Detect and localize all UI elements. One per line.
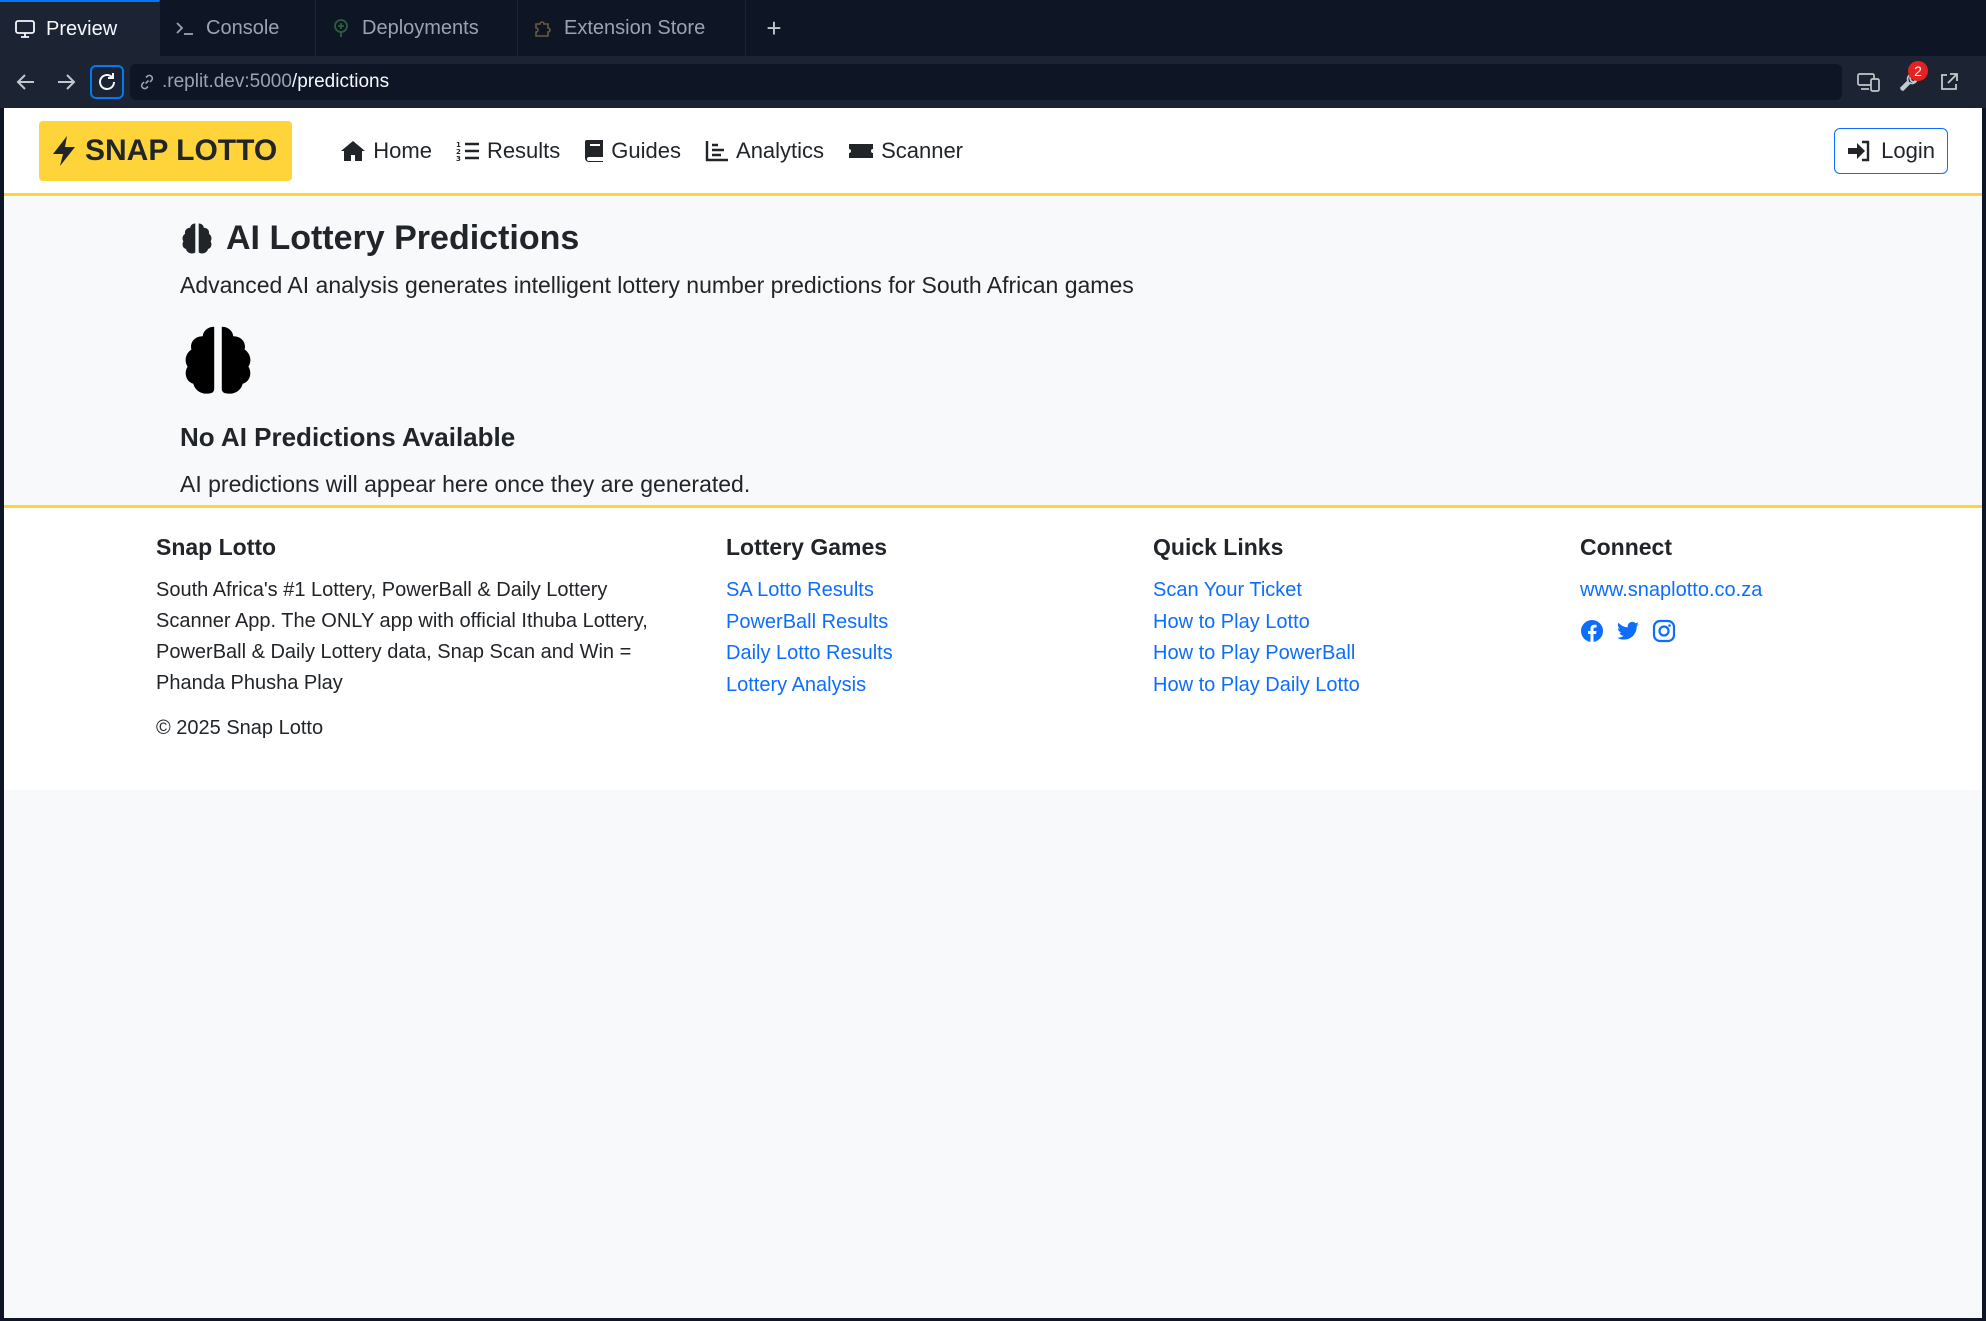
nav-scanner[interactable]: Scanner: [848, 138, 963, 164]
empty-state-text: AI predictions will appear here once the…: [180, 471, 751, 497]
brain-icon: [182, 223, 212, 254]
link-icon: [140, 74, 154, 90]
nav-label: Analytics: [736, 137, 825, 163]
brand-logo[interactable]: SNAP LOTTO: [39, 120, 293, 181]
reload-icon: [99, 73, 115, 90]
device-toggle-button[interactable]: [1852, 65, 1886, 99]
footer-link-analysis[interactable]: Lottery Analysis: [726, 670, 1086, 702]
social-links: [1580, 619, 1940, 643]
footer-quick-links: Quick Links Scan Your Ticket How to Play…: [1153, 534, 1513, 701]
footer-link-how-lotto[interactable]: How to Play Lotto: [1153, 607, 1513, 639]
nav-home[interactable]: Home: [340, 138, 432, 164]
chart-line-icon: [705, 140, 729, 161]
sign-in-icon: [1848, 140, 1870, 162]
footer-games: Lottery Games SA Lotto Results PowerBall…: [726, 534, 1086, 701]
site-footer: Snap Lotto South Africa's #1 Lottery, Po…: [4, 508, 1982, 790]
footer-link-how-daily[interactable]: How to Play Daily Lotto: [1153, 670, 1513, 702]
footer-heading: Snap Lotto: [156, 534, 277, 560]
footer-link-scan-ticket[interactable]: Scan Your Ticket: [1153, 575, 1513, 607]
arrow-right-icon: [58, 74, 76, 90]
arrow-left-icon: [16, 74, 34, 90]
facebook-icon[interactable]: [1580, 619, 1604, 643]
page-title-text: AI Lottery Predictions: [226, 218, 580, 257]
url-path: /predictions: [291, 71, 390, 92]
tab-label: Console: [206, 16, 280, 39]
footer-about-text: South Africa's #1 Lottery, PowerBall & D…: [156, 579, 648, 694]
nav-analytics[interactable]: Analytics: [705, 138, 824, 164]
tab-console[interactable]: Console: [160, 0, 316, 56]
home-icon: [341, 140, 366, 161]
footer-link-sa-lotto[interactable]: SA Lotto Results: [726, 575, 1086, 607]
site-navbar: SNAP LOTTO Home 123 Results Guides Analy…: [4, 108, 1982, 196]
bolt-icon: [53, 135, 75, 166]
nav-label: Results: [486, 137, 561, 163]
footer-heading: Quick Links: [1153, 534, 1284, 560]
nav-results[interactable]: 123 Results: [456, 138, 560, 164]
twitter-icon[interactable]: [1616, 619, 1640, 643]
instagram-icon[interactable]: [1652, 619, 1676, 643]
nav-label: Guides: [611, 137, 682, 163]
nav-guides[interactable]: Guides: [584, 138, 681, 164]
terminal-icon: [174, 17, 196, 39]
tab-label: Extension Store: [564, 16, 706, 39]
back-button[interactable]: [6, 62, 46, 102]
nav-label: Scanner: [881, 137, 964, 163]
open-new-tab-button[interactable]: [1932, 65, 1966, 99]
page-title: AI Lottery Predictions: [180, 212, 1982, 264]
copyright: © 2025 Snap Lotto: [156, 717, 324, 739]
nav-label: Home: [373, 137, 432, 163]
footer-heading: Lottery Games: [726, 534, 888, 560]
book-icon: [585, 139, 604, 162]
url-host: .replit.dev:5000: [162, 71, 292, 92]
nav-links: Home 123 Results Guides Analytics Scanne…: [340, 138, 963, 164]
brain-icon: [185, 326, 251, 394]
monitor-icon: [14, 18, 36, 40]
preview-urlbar: .replit.dev:5000/predictions 2: [0, 56, 1986, 108]
workspace-tabbar: Preview Console Deployments Extension St…: [0, 0, 1986, 56]
external-link-icon: [1941, 73, 1958, 90]
add-tab-button[interactable]: +: [746, 0, 802, 56]
devices-icon: [1857, 73, 1880, 92]
footer-link-how-powerball[interactable]: How to Play PowerBall: [1153, 638, 1513, 670]
svg-text:3: 3: [456, 155, 461, 162]
page-subtitle: Advanced AI analysis generates intellige…: [180, 272, 1134, 298]
footer-website-link[interactable]: www.snaplotto.co.za: [1580, 575, 1940, 607]
footer-about: Snap Lotto South Africa's #1 Lottery, Po…: [156, 534, 686, 744]
url-input[interactable]: .replit.dev:5000/predictions: [130, 64, 1842, 100]
ticket-icon: [849, 143, 874, 158]
brand-name: SNAP LOTTO: [85, 133, 278, 167]
preview-page: SNAP LOTTO Home 123 Results Guides Analy…: [4, 108, 1982, 1318]
tab-extension-store[interactable]: Extension Store: [518, 0, 746, 56]
footer-connect: Connect www.snaplotto.co.za: [1580, 534, 1940, 643]
list-ol-icon: 123: [456, 141, 479, 162]
puzzle-icon: [532, 17, 554, 39]
footer-heading: Connect: [1580, 534, 1672, 560]
deploy-icon: [330, 17, 352, 39]
tab-deployments[interactable]: Deployments: [316, 0, 518, 56]
predictions-main: AI Lottery Predictions Advanced AI analy…: [4, 196, 1982, 508]
footer-link-daily-lotto[interactable]: Daily Lotto Results: [726, 638, 1086, 670]
empty-state-title: No AI Predictions Available: [180, 422, 516, 452]
forward-button[interactable]: [46, 62, 86, 102]
devtools-button[interactable]: 2: [1892, 61, 1928, 99]
devtools-badge: 2: [1908, 61, 1928, 81]
tab-label: Preview: [46, 17, 118, 40]
tab-preview[interactable]: Preview: [0, 0, 160, 56]
footer-link-powerball[interactable]: PowerBall Results: [726, 607, 1086, 639]
reload-button[interactable]: [90, 65, 124, 99]
login-label: Login: [1881, 138, 1935, 163]
tab-label: Deployments: [362, 16, 479, 39]
login-button[interactable]: Login: [1834, 128, 1948, 174]
